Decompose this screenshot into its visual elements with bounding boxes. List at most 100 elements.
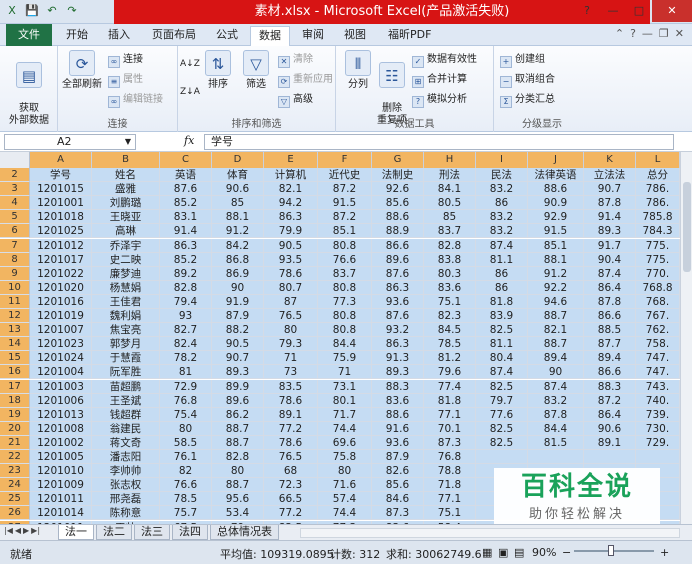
cell-i19[interactable]: 77.6: [476, 407, 528, 422]
row-header[interactable]: 15: [0, 351, 30, 366]
row-header[interactable]: 16: [0, 365, 30, 380]
cell-e16[interactable]: 73: [264, 365, 318, 380]
cell-h8[interactable]: 83.8: [424, 252, 476, 267]
cell-k20[interactable]: 90.6: [584, 421, 636, 436]
cell-b2[interactable]: 姓名: [92, 168, 160, 183]
cell-c16[interactable]: 81: [160, 365, 212, 380]
cell-f24[interactable]: 71.6: [318, 478, 372, 493]
cell-f5[interactable]: 87.2: [318, 210, 372, 225]
cell-k16[interactable]: 86.6: [584, 365, 636, 380]
column-header-b[interactable]: B: [92, 152, 160, 168]
cell-b19[interactable]: 钱超群: [92, 407, 160, 422]
row-header[interactable]: 20: [0, 421, 30, 436]
tab-data[interactable]: 数据: [250, 26, 290, 46]
cell-b22[interactable]: 潘志阳: [92, 450, 160, 465]
cell-f15[interactable]: 75.9: [318, 351, 372, 366]
cell-d24[interactable]: 88.7: [212, 478, 264, 493]
cell-h7[interactable]: 82.8: [424, 238, 476, 253]
column-header-e[interactable]: E: [264, 152, 318, 168]
cell-a23[interactable]: 1201010: [30, 464, 92, 479]
cell-a9[interactable]: 1201022: [30, 266, 92, 281]
help-icon[interactable]: ?: [630, 27, 636, 40]
cell-l5[interactable]: 785.8: [636, 210, 680, 225]
cell-j22[interactable]: [528, 450, 584, 465]
cell-e24[interactable]: 72.3: [264, 478, 318, 493]
cell-k19[interactable]: 86.4: [584, 407, 636, 422]
sort-asc-button[interactable]: A↓Z: [180, 56, 200, 72]
row-header[interactable]: 17: [0, 379, 30, 394]
minimize-button[interactable]: —: [600, 0, 626, 22]
first-sheet-icon[interactable]: |◀: [4, 526, 13, 535]
cell-e10[interactable]: 80.7: [264, 280, 318, 295]
cell-c3[interactable]: 87.6: [160, 182, 212, 197]
cell-a4[interactable]: 1201001: [30, 196, 92, 211]
cell-a26[interactable]: 1201014: [30, 506, 92, 521]
cell-c10[interactable]: 82.8: [160, 280, 212, 295]
cell-h25[interactable]: 77.1: [424, 492, 476, 507]
cell-l8[interactable]: 775.: [636, 252, 680, 267]
properties-button[interactable]: ≡ 属性: [108, 72, 143, 88]
cell-g12[interactable]: 87.6: [372, 309, 424, 324]
cell-i18[interactable]: 79.7: [476, 393, 528, 408]
cell-k12[interactable]: 86.6: [584, 309, 636, 324]
cell-c12[interactable]: 93: [160, 309, 212, 324]
maximize-button[interactable]: □: [626, 0, 652, 22]
cell-b11[interactable]: 王佳君: [92, 294, 160, 309]
cell-h19[interactable]: 77.1: [424, 407, 476, 422]
cell-e12[interactable]: 76.5: [264, 309, 318, 324]
cell-b7[interactable]: 乔泽宇: [92, 238, 160, 253]
last-sheet-icon[interactable]: ▶|: [31, 526, 40, 535]
cell-g2[interactable]: 法制史: [372, 168, 424, 183]
consolidate-button[interactable]: ⊞ 合并计算: [412, 72, 467, 88]
cell-c5[interactable]: 83.1: [160, 210, 212, 225]
cell-d7[interactable]: 84.2: [212, 238, 264, 253]
cell-f26[interactable]: 74.4: [318, 506, 372, 521]
edit-links-button[interactable]: ∞ 编辑链接: [108, 92, 163, 108]
cell-e9[interactable]: 78.6: [264, 266, 318, 281]
cell-l9[interactable]: 770.: [636, 266, 680, 281]
cell-i10[interactable]: 86: [476, 280, 528, 295]
cell-a24[interactable]: 1201009: [30, 478, 92, 493]
cell-l13[interactable]: 762.: [636, 323, 680, 338]
row-header[interactable]: 2: [0, 168, 30, 183]
cell-a7[interactable]: 1201012: [30, 238, 92, 253]
sheet-tab-1[interactable]: 法一: [58, 525, 94, 540]
cell-j6[interactable]: 91.5: [528, 224, 584, 239]
cell-h9[interactable]: 80.3: [424, 266, 476, 281]
cell-l19[interactable]: 739.: [636, 407, 680, 422]
cell-h23[interactable]: 78.8: [424, 464, 476, 479]
cell-c20[interactable]: 80: [160, 421, 212, 436]
excel-icon[interactable]: X: [4, 3, 20, 19]
cell-c21[interactable]: 58.5: [160, 435, 212, 450]
tab-formulas[interactable]: 公式: [208, 26, 246, 46]
cell-a6[interactable]: 1201025: [30, 224, 92, 239]
cell-g14[interactable]: 86.3: [372, 337, 424, 352]
cell-j15[interactable]: 89.4: [528, 351, 584, 366]
cell-k6[interactable]: 89.3: [584, 224, 636, 239]
collapse-ribbon-icon[interactable]: ⌃: [615, 27, 624, 40]
cell-b20[interactable]: 翁建民: [92, 421, 160, 436]
zoom-level[interactable]: 90%: [532, 546, 556, 559]
row-header[interactable]: 24: [0, 478, 30, 493]
connections-button[interactable]: ∞ 连接: [108, 52, 143, 68]
cell-h17[interactable]: 77.4: [424, 379, 476, 394]
cell-g26[interactable]: 87.3: [372, 506, 424, 521]
sort-desc-button[interactable]: Z↓A: [180, 84, 200, 100]
cell-l6[interactable]: 784.3: [636, 224, 680, 239]
cell-b21[interactable]: 蒋文奇: [92, 435, 160, 450]
cell-e6[interactable]: 79.9: [264, 224, 318, 239]
cell-b6[interactable]: 高琳: [92, 224, 160, 239]
row-header[interactable]: 11: [0, 294, 30, 309]
cell-c6[interactable]: 91.4: [160, 224, 212, 239]
cell-e20[interactable]: 77.2: [264, 421, 318, 436]
cell-j13[interactable]: 82.1: [528, 323, 584, 338]
cell-g5[interactable]: 88.6: [372, 210, 424, 225]
cell-c25[interactable]: 78.5: [160, 492, 212, 507]
select-all-corner[interactable]: [0, 152, 30, 168]
cell-a19[interactable]: 1201013: [30, 407, 92, 422]
cell-h14[interactable]: 78.5: [424, 337, 476, 352]
cell-k21[interactable]: 89.1: [584, 435, 636, 450]
row-header[interactable]: 25: [0, 492, 30, 507]
cell-c23[interactable]: 82: [160, 464, 212, 479]
cell-c14[interactable]: 82.4: [160, 337, 212, 352]
